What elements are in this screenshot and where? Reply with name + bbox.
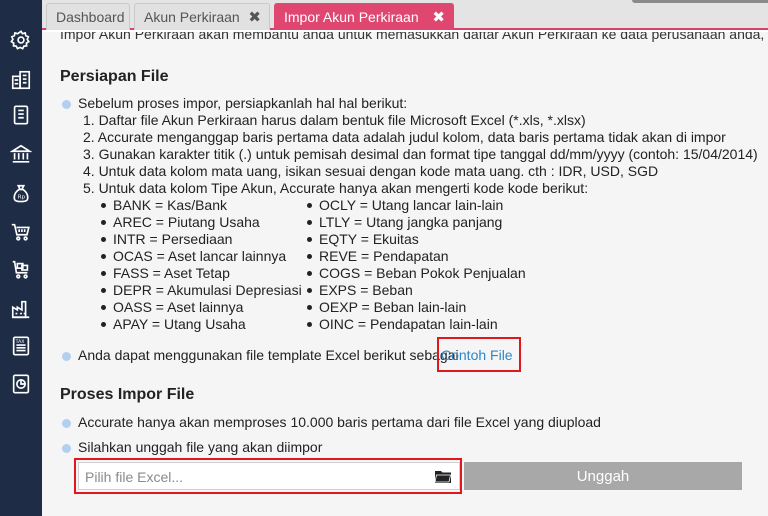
prep-step: 5. Untuk data kolom Tipe Akun, Accurate … <box>83 180 589 196</box>
buildings-icon[interactable] <box>9 68 33 92</box>
account-code-item: DEPR = Akumulasi Depresiasi <box>101 282 302 298</box>
report-icon[interactable] <box>9 372 33 396</box>
account-code-item: LTLY = Utang jangka panjang <box>306 214 503 230</box>
tab-impor-akun-perkiraan[interactable]: Impor Akun Perkiraan ✖ <box>274 3 454 30</box>
close-icon[interactable]: ✖ <box>432 8 445 26</box>
money-bag-icon[interactable]: Rp <box>9 182 33 206</box>
prep-step: 2. Accurate menganggap baris pertama dat… <box>83 129 726 145</box>
account-code-item: OEXP = Beban lain-lain <box>306 299 467 315</box>
bullet <box>62 419 71 428</box>
gear-icon[interactable] <box>9 28 33 52</box>
prep-step: 4. Untuk data kolom mata uang, isikan se… <box>83 163 659 179</box>
highlight-box <box>437 337 521 372</box>
tab-label: Impor Akun Perkiraan <box>284 9 419 25</box>
bullet <box>62 100 71 109</box>
factory-icon[interactable] <box>9 297 33 321</box>
account-code-item: OCAS = Aset lancar lainnya <box>100 248 287 264</box>
tab-label: Akun Perkiraan <box>144 9 240 25</box>
bullet <box>62 444 71 453</box>
account-code-item: BANK = Kas/Bank <box>100 197 228 213</box>
section-heading-proses: Proses Impor File <box>60 386 195 403</box>
cart-icon[interactable] <box>9 220 33 244</box>
bullet <box>62 352 71 361</box>
account-code-item: OINC = Pendapatan lain-lain <box>307 316 498 332</box>
close-icon[interactable]: ✖ <box>248 8 261 26</box>
import-panel: Impor Akun Perkiraan akan membantu anda … <box>42 32 768 516</box>
account-code-item: EQTY = Ekuitas <box>307 231 419 247</box>
upload-button[interactable]: Unggah <box>464 462 742 490</box>
sidebar: Rp TAX <box>0 0 42 516</box>
account-code-item: OCLY = Utang lancar lain-lain <box>306 197 504 213</box>
process-note: Accurate hanya akan memproses 10.000 bar… <box>78 414 601 430</box>
tax-icon[interactable]: TAX <box>9 334 33 358</box>
svg-text:TAX: TAX <box>15 339 25 345</box>
prep-lead-text: Sebelum proses impor, persiapkanlah hal … <box>78 95 408 111</box>
ledger-icon[interactable] <box>9 103 33 127</box>
process-note: Silahkan unggah file yang akan diimpor <box>78 439 323 455</box>
highlight-box <box>74 458 462 494</box>
purchase-cart-icon[interactable] <box>9 258 33 282</box>
section-heading-persiapan: Persiapan File <box>60 68 169 85</box>
tab-label: Dashboard <box>56 9 125 25</box>
account-code-item: EXPS = Beban <box>307 282 413 298</box>
account-code-item: REVE = Pendapatan <box>307 248 449 264</box>
account-code-item: APAY = Utang Usaha <box>101 316 246 332</box>
account-code-item: COGS = Beban Pokok Penjualan <box>307 265 526 281</box>
account-code-item: AREC = Piutang Usaha <box>101 214 260 230</box>
account-code-item: INTR = Persediaan <box>100 231 233 247</box>
intro-text: Impor Akun Perkiraan akan membantu anda … <box>60 32 765 42</box>
tab-bar: Dashboard Akun Perkiraan ✖ Impor Akun Pe… <box>42 0 768 30</box>
account-code-item: FASS = Aset Tetap <box>101 265 230 281</box>
tab-dashboard[interactable]: Dashboard <box>46 3 130 30</box>
bank-icon[interactable] <box>9 142 33 166</box>
prep-step: 1. Daftar file Akun Perkiraan harus dala… <box>83 112 586 128</box>
tab-akun-perkiraan[interactable]: Akun Perkiraan ✖ <box>134 3 270 30</box>
account-code-item: OASS = Aset lainnya <box>100 299 244 315</box>
template-hint-text: Anda dapat menggunakan file template Exc… <box>78 347 459 363</box>
window-decoration <box>632 0 768 3</box>
svg-text:Rp: Rp <box>18 195 26 201</box>
prep-step: 3. Gunakan karakter titik (.) untuk pemi… <box>83 146 758 162</box>
